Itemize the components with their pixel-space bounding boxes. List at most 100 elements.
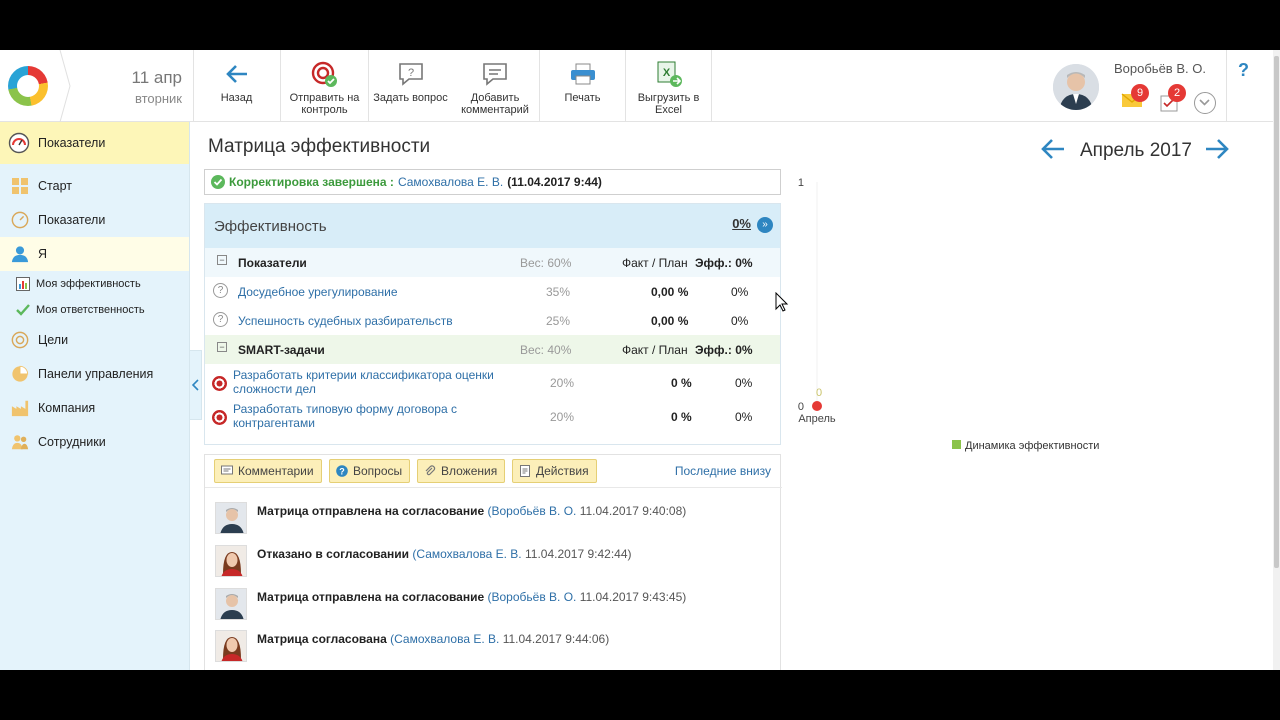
- history-event: Матрица отправлена на согласование: [257, 504, 485, 518]
- history-text: Матрица отправлена на согласование (Воро…: [257, 590, 686, 604]
- person-icon: [11, 246, 29, 263]
- tab-questions[interactable]: ? Вопросы: [329, 459, 411, 483]
- user-name[interactable]: Воробьёв В. О.: [1114, 61, 1206, 76]
- printer-icon: [569, 60, 597, 88]
- tab-actions[interactable]: Действия: [512, 459, 597, 483]
- row-fact: 0,00 %: [651, 285, 689, 299]
- sidebar-item-label: Моя эффективность: [36, 278, 141, 290]
- table-row[interactable]: ? Досудебное урегулирование 35% 0,00 % 0…: [205, 277, 780, 306]
- help-button[interactable]: ?: [1238, 60, 1249, 81]
- history-text: Отказано в согласовании (Самохвалова Е. …: [257, 547, 632, 561]
- group-row-smart[interactable]: − SMART-задачи Вес: 40% Факт / План Эфф.…: [205, 335, 780, 364]
- mail-button[interactable]: 9: [1121, 84, 1149, 111]
- sidebar-item-label: Цели: [38, 333, 69, 347]
- question-circle-icon: ?: [213, 283, 228, 298]
- user-menu-button[interactable]: [1194, 92, 1216, 114]
- sidebar-item-goals[interactable]: Цели: [0, 323, 189, 357]
- tab-label: Комментарии: [238, 464, 314, 478]
- group-fact-plan: Факт / План: [622, 343, 688, 357]
- sidebar-item-start[interactable]: Старт: [0, 169, 189, 203]
- question-circle-icon: ?: [336, 465, 348, 477]
- y-tick-label: 1: [798, 177, 804, 189]
- app-logo[interactable]: [8, 66, 48, 106]
- print-label: Печать: [564, 92, 601, 104]
- sidebar-item-indicators[interactable]: Показатели: [0, 203, 189, 237]
- efficiency-panel: Эффективность 0% » − Показатели Вес: 60%…: [204, 203, 781, 445]
- row-weight: 35%: [546, 285, 571, 299]
- efficiency-chart: 010АпрельДинамика эффективности: [798, 177, 1100, 452]
- row-eff: 0%: [735, 376, 753, 390]
- history-time: 11.04.2017 9:42:44): [524, 547, 632, 561]
- grid-icon: [12, 178, 28, 194]
- task-name-line2: контрагентами: [233, 416, 315, 430]
- group-row-indicators[interactable]: − Показатели Вес: 60% Факт / План Эфф.: …: [205, 248, 780, 277]
- user-avatar[interactable]: [1053, 64, 1099, 110]
- history-time: 11.04.2017 9:40:08): [579, 504, 687, 518]
- history-person-link[interactable]: (Самохвалова Е. В.: [412, 547, 521, 561]
- comment-label-2: комментарий: [461, 104, 529, 116]
- indicator-link[interactable]: Досудебное урегулирование: [238, 285, 398, 299]
- gauge-icon: [8, 132, 30, 154]
- collapse-icon[interactable]: −: [217, 342, 227, 352]
- back-button[interactable]: Назад: [193, 50, 279, 122]
- table-row[interactable]: ? Успешность судебных разбирательств 25%…: [205, 306, 780, 335]
- sidebar: Показатели Старт Показатели Я Моя эффект…: [0, 122, 190, 670]
- table-row[interactable]: Разработать типовую форму договора с кон…: [205, 400, 780, 436]
- page-title: Матрица эффективности: [208, 136, 431, 157]
- x-tick-label: Апрель: [798, 413, 836, 425]
- task-link[interactable]: Разработать критерии классификатора оцен…: [233, 368, 494, 396]
- sidebar-item-label: Панели управления: [38, 367, 154, 381]
- collapse-icon[interactable]: −: [217, 255, 227, 265]
- task-name-line1: Разработать критерии классификатора оцен…: [233, 368, 494, 382]
- history-event: Отказано в согласовании: [257, 547, 410, 561]
- avatar: [215, 545, 247, 577]
- row-eff: 0%: [731, 285, 749, 299]
- avatar: [215, 502, 247, 534]
- sidebar-item-employees[interactable]: Сотрудники: [0, 425, 189, 459]
- ask-question-button[interactable]: ? Задать вопрос: [368, 50, 452, 122]
- status-person-link[interactable]: Самохвалова Е. В.: [398, 175, 503, 189]
- add-comment-button[interactable]: Добавить комментарий: [452, 50, 538, 122]
- indicator-link[interactable]: Успешность судебных разбирательств: [238, 314, 453, 328]
- double-chevron-right-icon[interactable]: »: [757, 217, 773, 233]
- check-circle-icon: [211, 175, 225, 189]
- next-month-arrow-icon[interactable]: [1204, 138, 1230, 160]
- send-label-2: контроль: [301, 104, 348, 116]
- sidebar-item-my-efficiency[interactable]: Моя эффективность: [0, 271, 189, 297]
- row-fact: 0 %: [671, 410, 692, 424]
- send-to-control-button[interactable]: Отправить на контроль: [280, 50, 368, 122]
- sidebar-item-label: Моя ответственность: [36, 304, 145, 316]
- tab-attachments[interactable]: Вложения: [417, 459, 506, 483]
- sidebar-item-my-responsibility[interactable]: Моя ответственность: [0, 297, 189, 323]
- row-fact: 0,00 %: [651, 314, 689, 328]
- sidebar-header-indicators[interactable]: Показатели: [0, 122, 189, 164]
- history-person-link[interactable]: (Воробьёв В. О.: [488, 504, 577, 518]
- tab-label: Вложения: [441, 464, 498, 478]
- history-person-link[interactable]: (Самохвалова Е. В.: [390, 632, 499, 646]
- avatar: [215, 588, 247, 620]
- sidebar-item-dashboards[interactable]: Панели управления: [0, 357, 189, 391]
- target-icon: [212, 410, 227, 425]
- efficiency-value[interactable]: 0%: [732, 216, 751, 231]
- sort-last-bottom-link[interactable]: Последние внизу: [675, 464, 771, 478]
- legend-swatch: [952, 440, 961, 449]
- group-eff: Эфф.: 0%: [695, 343, 753, 357]
- export-excel-button[interactable]: X Выгрузить в Excel: [625, 50, 711, 122]
- print-button[interactable]: Печать: [539, 50, 625, 122]
- group-weight: Вес: 60%: [520, 256, 572, 270]
- back-label: Назад: [220, 92, 253, 104]
- table-row[interactable]: Разработать критерии классификатора оцен…: [205, 364, 780, 400]
- scrollbar-thumb[interactable]: [1274, 56, 1279, 568]
- task-link[interactable]: Разработать типовую форму договора с кон…: [233, 402, 457, 430]
- arrow-left-icon: [223, 60, 251, 88]
- prev-month-arrow-icon[interactable]: [1040, 138, 1066, 160]
- status-date: (11.04.2017 9:44): [507, 175, 602, 189]
- sidebar-item-me[interactable]: Я: [0, 237, 189, 271]
- tasks-button[interactable]: 2: [1160, 84, 1186, 115]
- tab-comments[interactable]: Комментарии: [214, 459, 322, 483]
- factory-icon: [11, 400, 29, 417]
- sidebar-item-company[interactable]: Компания: [0, 391, 189, 425]
- sidebar-collapse-toggle[interactable]: [190, 350, 202, 420]
- checkmark-icon: [16, 304, 30, 316]
- history-person-link[interactable]: (Воробьёв В. О.: [488, 590, 577, 604]
